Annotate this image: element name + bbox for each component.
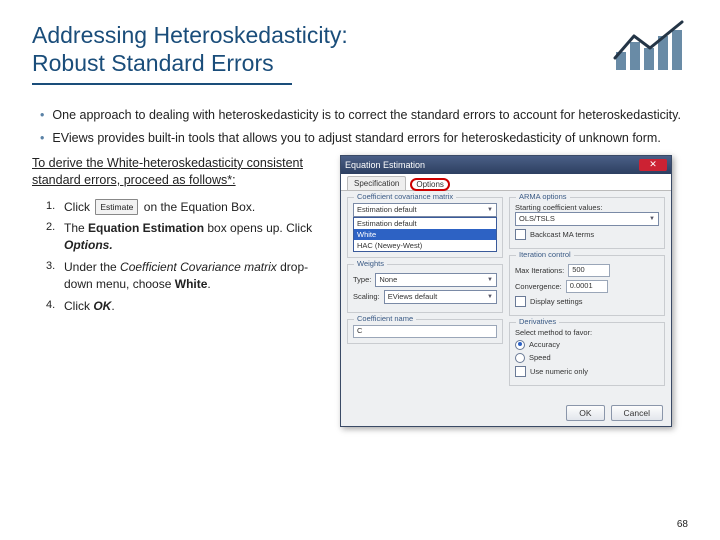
accuracy-radio[interactable] bbox=[515, 340, 525, 350]
equation-estimation-dialog: Equation Estimation ✕ Specification Opti… bbox=[340, 155, 672, 427]
tab-options[interactable]: Options bbox=[410, 178, 450, 191]
speed-radio[interactable] bbox=[515, 353, 525, 363]
iteration-group: Iteration control Max Iterations:500 Con… bbox=[509, 255, 665, 316]
derivatives-group: Derivatives Select method to favor: Accu… bbox=[509, 322, 665, 386]
weights-type-select[interactable]: None▼ bbox=[375, 273, 497, 287]
backcast-checkbox[interactable] bbox=[515, 229, 526, 240]
cov-matrix-select[interactable]: Estimation default▼ bbox=[353, 203, 497, 217]
cancel-button[interactable]: Cancel bbox=[611, 405, 663, 421]
arma-start-select[interactable]: OLS/TSLS▼ bbox=[515, 212, 659, 226]
ok-button[interactable]: OK bbox=[566, 405, 604, 421]
tab-specification[interactable]: Specification bbox=[347, 176, 406, 190]
bullet-item: One approach to dealing with heteroskeda… bbox=[52, 107, 681, 124]
instructions-heading: To derive the White-heteroskedasticity c… bbox=[32, 155, 332, 189]
arma-group: ARMA options Starting coefficient values… bbox=[509, 197, 665, 249]
cov-option[interactable]: HAC (Newey-West) bbox=[354, 240, 496, 251]
coef-covariance-group: Coefficient covariance matrix Estimation… bbox=[347, 197, 503, 258]
page-number: 68 bbox=[677, 519, 688, 530]
coef-name-input[interactable]: C bbox=[353, 325, 497, 338]
weights-scaling-select[interactable]: EViews default▼ bbox=[384, 290, 497, 304]
convergence-input[interactable]: 0.0001 bbox=[566, 280, 608, 293]
cov-option[interactable]: White bbox=[354, 229, 496, 240]
slide-title: Addressing Heteroskedasticity: Robust St… bbox=[32, 22, 452, 85]
dialog-title: Equation Estimation bbox=[345, 160, 425, 170]
display-settings-checkbox[interactable] bbox=[515, 296, 526, 307]
weights-group: Weights Type:None▼ Scaling:EViews defaul… bbox=[347, 264, 503, 313]
estimate-inline-button: Estimate bbox=[95, 199, 138, 214]
close-icon[interactable]: ✕ bbox=[639, 159, 667, 171]
bullet-item: EViews provides built-in tools that allo… bbox=[52, 130, 660, 147]
numeric-only-checkbox[interactable] bbox=[515, 366, 526, 377]
bullet-list: •One approach to dealing with heterosked… bbox=[40, 107, 688, 147]
cov-option[interactable]: Estimation default bbox=[354, 218, 496, 229]
max-iter-input[interactable]: 500 bbox=[568, 264, 610, 277]
coef-name-group: Coefficient name C bbox=[347, 319, 503, 344]
chevron-down-icon: ▼ bbox=[487, 204, 493, 216]
logo-chart-icon bbox=[612, 18, 688, 70]
steps-list: 1.Click Estimate on the Equation Box. 2.… bbox=[46, 199, 332, 315]
